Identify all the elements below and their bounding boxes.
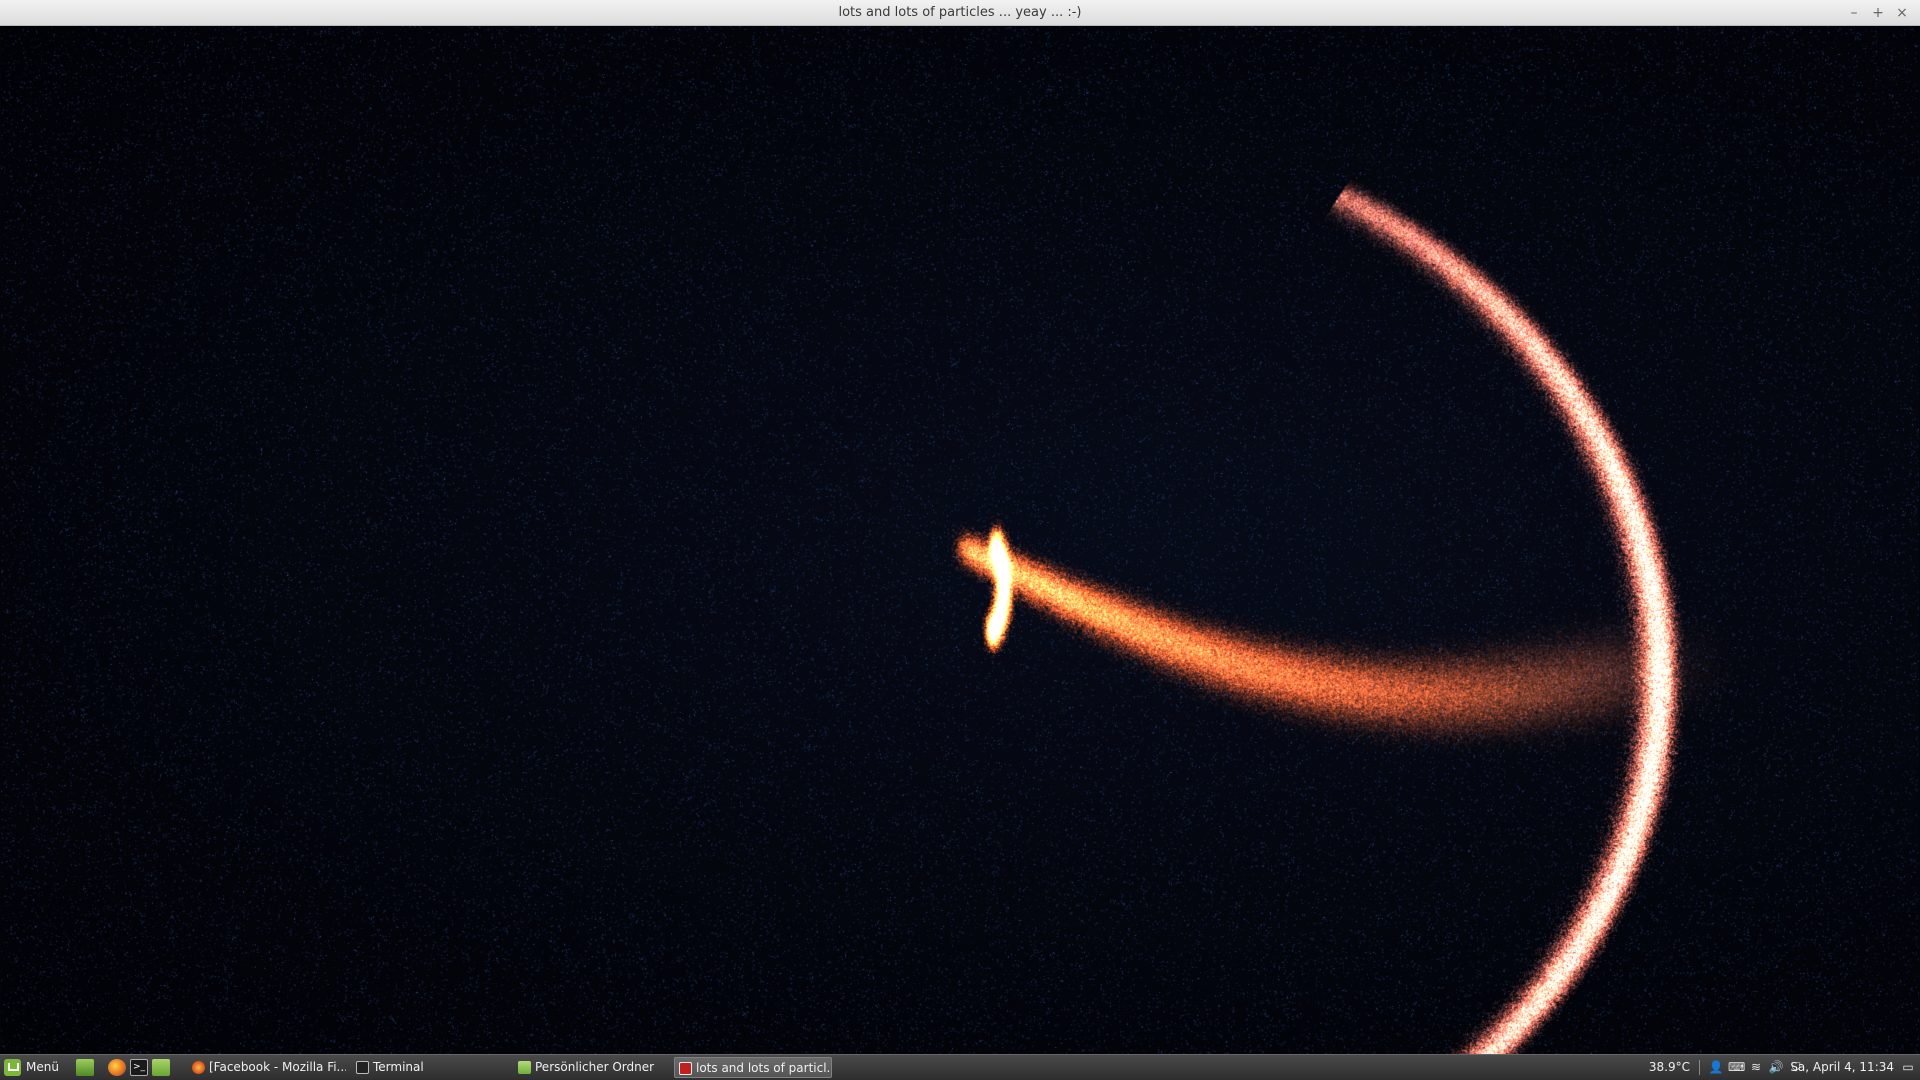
folder-launcher-icon[interactable] <box>152 1059 170 1076</box>
app-icon <box>679 1062 692 1075</box>
window-title: lots and lots of particles ... yeay ... … <box>838 5 1082 20</box>
window-titlebar[interactable]: lots and lots of particles ... yeay ... … <box>0 0 1920 26</box>
taskbar: Menü >_ [Facebook - Mozilla Fi... Termin… <box>0 1054 1920 1080</box>
task-label: Terminal <box>373 1060 424 1074</box>
menu-label: Menü <box>26 1060 59 1074</box>
clock[interactable]: Sa, April 4, 11:34 <box>1790 1055 1894 1080</box>
app-window: lots and lots of particles ... yeay ... … <box>0 0 1920 1054</box>
wifi-icon[interactable]: ≋ <box>1748 1058 1764 1076</box>
show-desktop-icon[interactable]: ▭ <box>1900 1058 1916 1076</box>
minimize-button[interactable]: – <box>1844 3 1864 23</box>
menu-button[interactable]: Menü <box>2 1055 68 1080</box>
firefox-icon <box>192 1061 205 1074</box>
folder-icon <box>518 1061 531 1074</box>
mint-menu-icon <box>4 1059 21 1076</box>
volume-icon[interactable]: 🔊 <box>1768 1058 1784 1076</box>
terminal-launcher-icon[interactable]: >_ <box>130 1059 148 1076</box>
maximize-button[interactable]: + <box>1868 3 1888 23</box>
tray-divider <box>1699 1060 1700 1075</box>
keyboard-icon[interactable]: ⌨ <box>1728 1058 1745 1076</box>
task-terminal[interactable]: Terminal <box>352 1057 502 1078</box>
task-particles-app[interactable]: lots and lots of particl... <box>674 1057 832 1078</box>
close-button[interactable]: × <box>1892 3 1912 23</box>
task-facebook-firefox[interactable]: [Facebook - Mozilla Fi... <box>188 1057 346 1078</box>
show-desktop-launcher-icon[interactable] <box>76 1059 94 1076</box>
user-icon[interactable]: 👤 <box>1708 1058 1724 1076</box>
task-label: Persönlicher Ordner <box>535 1060 655 1074</box>
firefox-launcher-icon[interactable] <box>108 1059 126 1076</box>
particle-canvas-area[interactable] <box>1 26 1919 1054</box>
temperature-readout: 38.9°C <box>1648 1060 1690 1074</box>
task-home-folder[interactable]: Persönlicher Ordner <box>514 1057 664 1078</box>
particle-canvas <box>1 26 1919 1054</box>
terminal-icon <box>356 1061 369 1074</box>
task-label: [Facebook - Mozilla Fi... <box>209 1060 346 1074</box>
task-label: lots and lots of particl... <box>696 1061 832 1075</box>
